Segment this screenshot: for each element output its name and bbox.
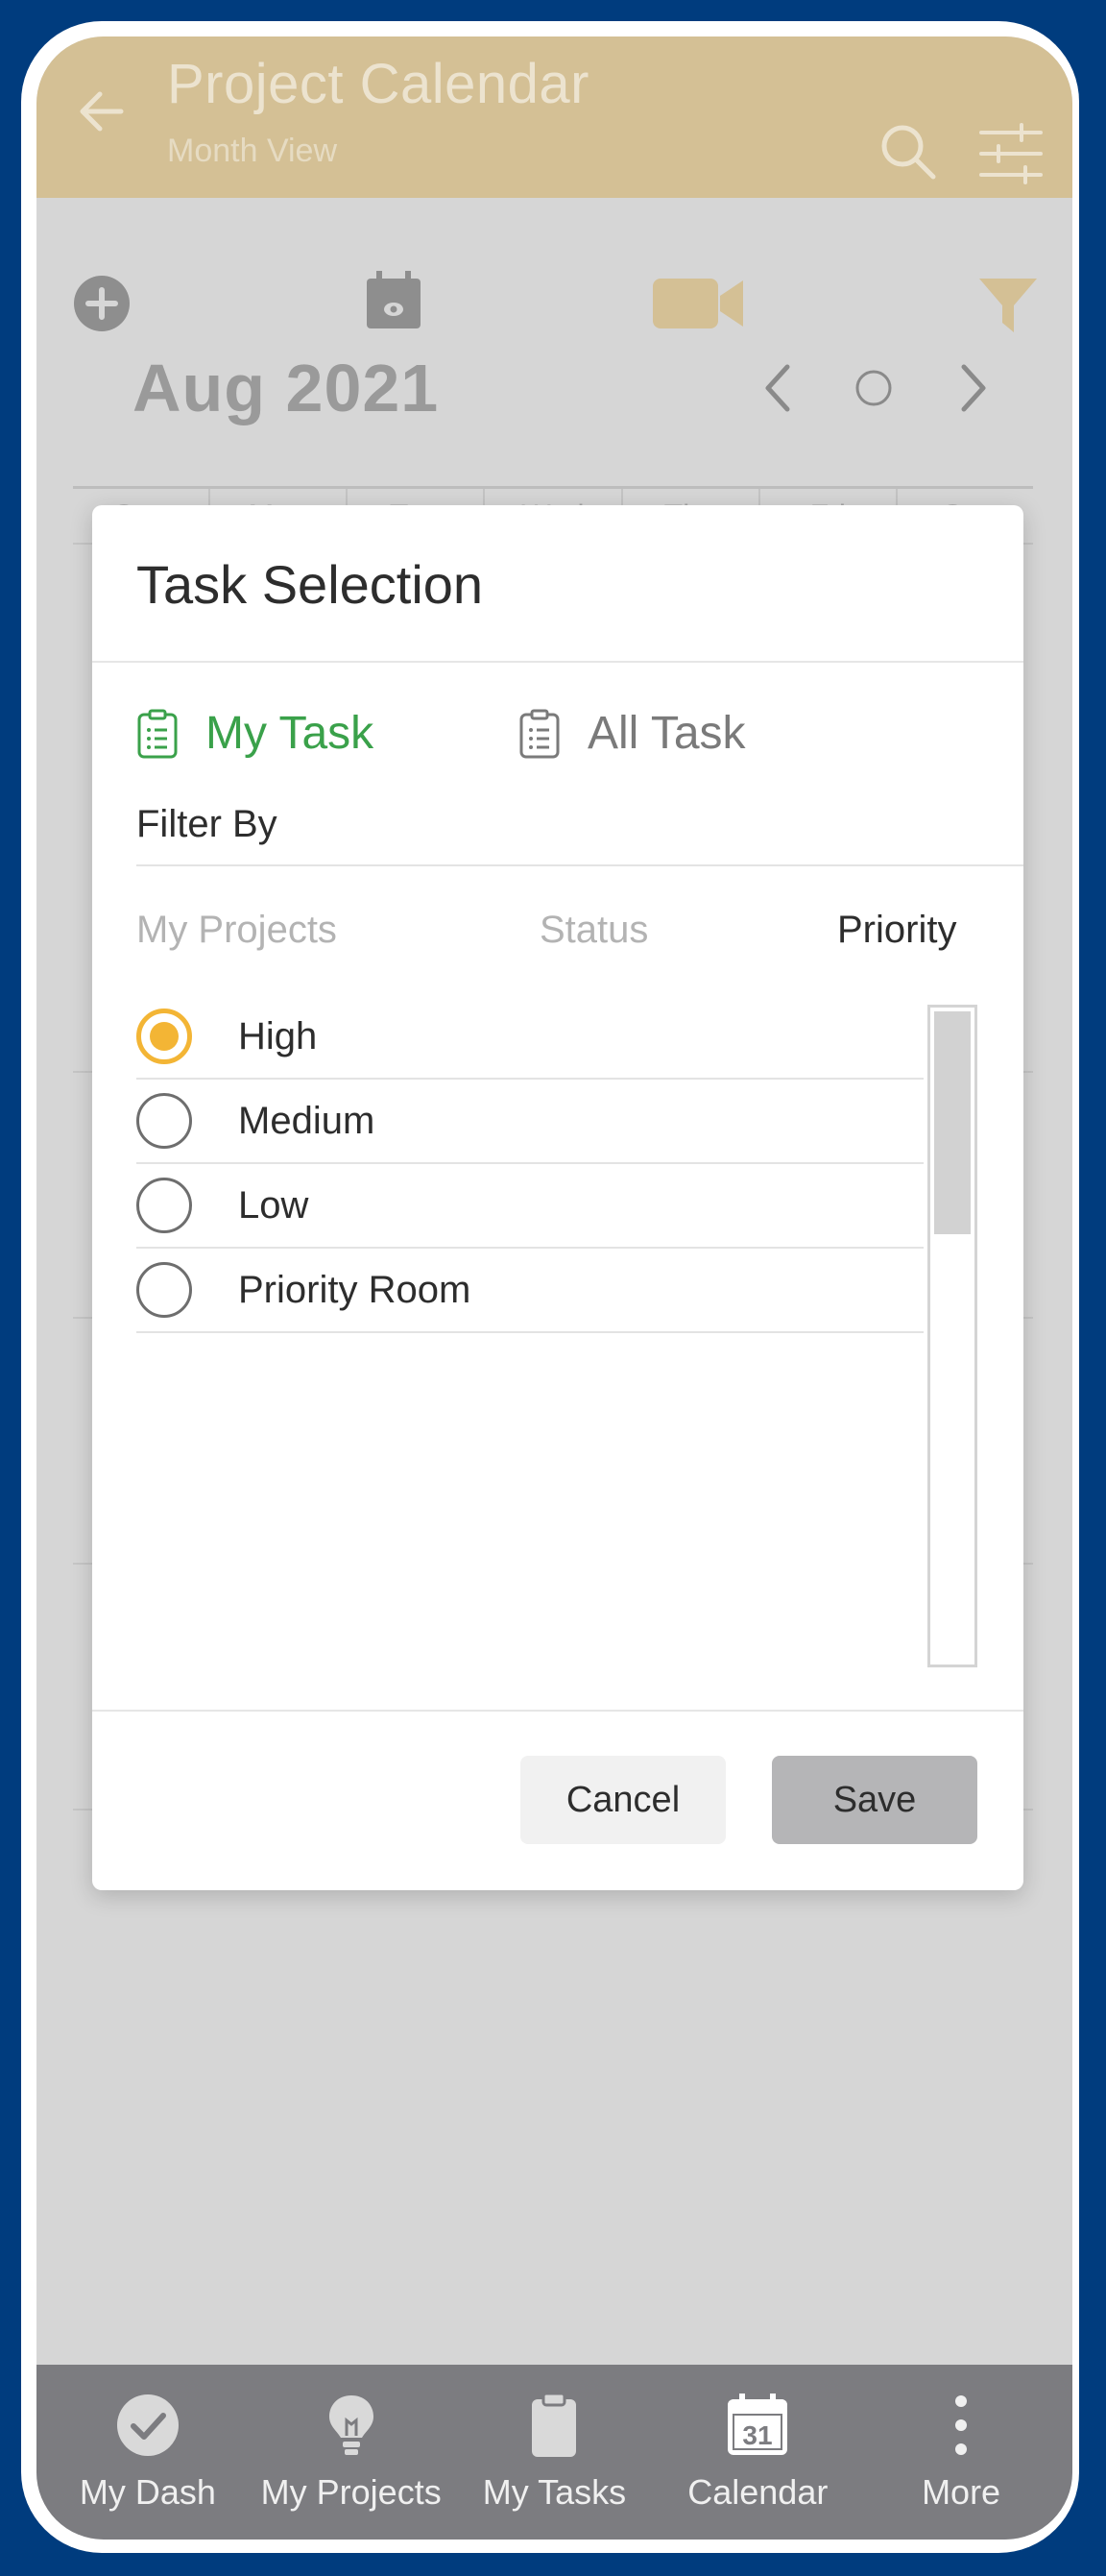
priority-option-high[interactable]: High (136, 995, 924, 1080)
filter-tab-status[interactable]: Status (540, 909, 648, 952)
filter-divider (136, 864, 1023, 866)
chevron-right-icon[interactable] (949, 359, 997, 417)
tab-my-tasks[interactable]: My Tasks (453, 2392, 657, 2513)
back-arrow-icon[interactable] (73, 83, 131, 140)
option-label: Medium (238, 1099, 375, 1142)
filter-tab-my-projects[interactable]: My Projects (136, 909, 337, 952)
clipboard-icon (532, 2392, 577, 2457)
task-selection-dialog: Task Selection My Task All Task Filter B… (92, 505, 1023, 1890)
calendar-date-badge: 31 (743, 2420, 773, 2450)
priority-option-medium[interactable]: Medium (136, 1080, 924, 1164)
clipboard-list-icon (137, 709, 178, 758)
tab-label: Calendar (687, 2472, 829, 2512)
tab-label: My Tasks (482, 2472, 627, 2512)
lightbulb-icon (328, 2395, 373, 2455)
tab-my-projects[interactable]: My Projects (250, 2392, 453, 2513)
search-icon[interactable] (878, 121, 939, 182)
video-camera-icon[interactable] (651, 275, 747, 332)
tab-my-task[interactable]: My Task (136, 707, 373, 760)
calendar-view-icon[interactable] (363, 269, 424, 330)
radio-button[interactable] (136, 1178, 192, 1233)
tab-calendar[interactable]: 31 Calendar (656, 2392, 859, 2513)
save-button[interactable]: Save (772, 1756, 977, 1844)
tab-label: My Dash (79, 2472, 216, 2512)
chevron-left-icon[interactable] (755, 359, 803, 417)
page-subtitle: Month View (167, 133, 338, 169)
cancel-button[interactable]: Cancel (520, 1756, 726, 1844)
dialog-header-divider (92, 661, 1023, 663)
priority-option-list: High Medium Low Priority Room (136, 995, 924, 1333)
clipboard-list-icon (519, 709, 560, 758)
funnel-filter-icon[interactable] (977, 275, 1039, 336)
tab-label: More (922, 2472, 1001, 2512)
radio-button[interactable] (136, 1262, 192, 1318)
tab-my-task-label: My Task (205, 708, 374, 759)
filter-by-label: Filter By (136, 803, 277, 845)
priority-option-low[interactable]: Low (136, 1164, 924, 1249)
option-label: High (238, 1014, 318, 1057)
scrollbar-track[interactable] (927, 1005, 977, 1667)
option-label: Low (238, 1183, 309, 1227)
check-circle-icon (116, 2394, 179, 2456)
page-title: Project Calendar (167, 53, 589, 115)
scrollbar-thumb[interactable] (934, 1011, 971, 1234)
add-circle-icon[interactable] (73, 275, 131, 332)
tab-label: My Projects (260, 2472, 442, 2512)
tab-all-task-label: All Task (588, 708, 746, 759)
more-vertical-icon (955, 2395, 968, 2455)
tab-my-dash[interactable]: My Dash (46, 2392, 250, 2513)
option-label: Priority Room (238, 1268, 471, 1311)
today-circle-icon[interactable] (853, 367, 895, 409)
sliders-icon[interactable] (977, 123, 1045, 184)
dialog-title: Task Selection (136, 554, 484, 615)
radio-button-selected[interactable] (136, 1009, 192, 1064)
dialog-footer-divider (92, 1710, 1023, 1712)
calendar-toolbar (36, 198, 1072, 342)
priority-option-priority-room[interactable]: Priority Room (136, 1249, 924, 1333)
month-label: Aug 2021 (132, 351, 440, 425)
calendar-icon: 31 (728, 2394, 788, 2455)
filter-tab-priority[interactable]: Priority (837, 909, 956, 952)
bottom-tab-bar: My Dash My Projects My Tasks 31 Calendar… (36, 2365, 1072, 2540)
app-header: Project Calendar Month View (36, 36, 1072, 198)
tab-more[interactable]: More (859, 2392, 1063, 2513)
tab-all-task[interactable]: All Task (518, 707, 746, 760)
radio-button[interactable] (136, 1093, 192, 1149)
